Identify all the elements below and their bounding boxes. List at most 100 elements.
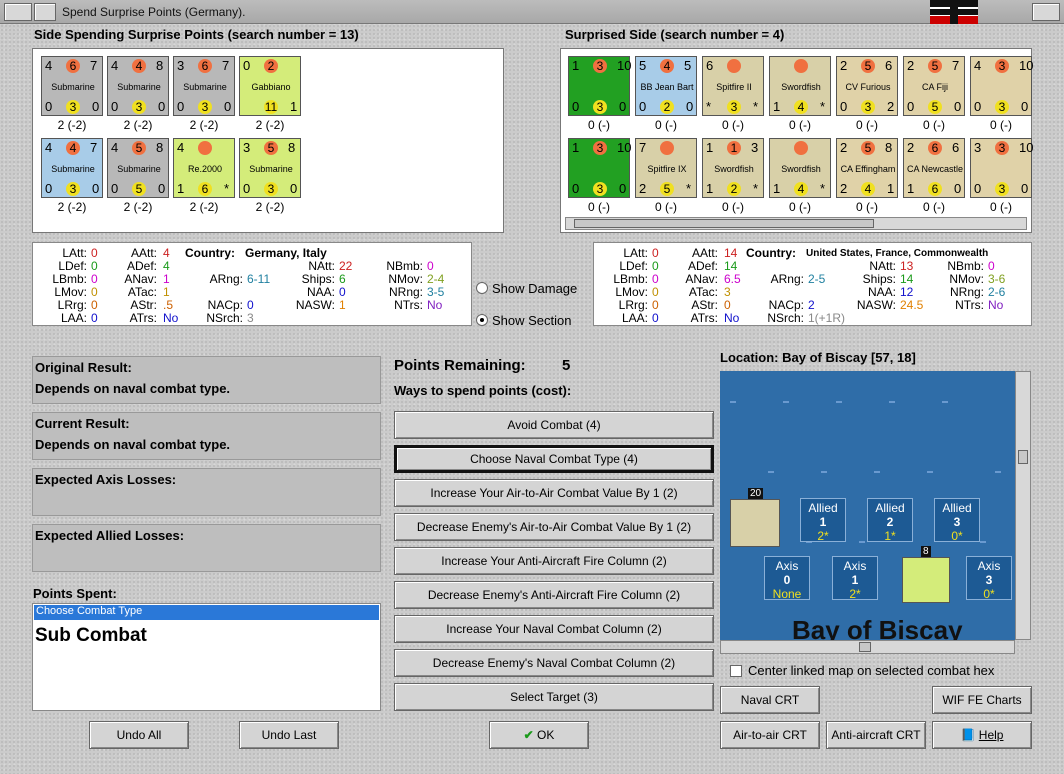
points-spent-selected-item[interactable]: Choose Combat Type: [34, 605, 379, 620]
undo-all-button[interactable]: Undo All: [89, 721, 189, 749]
counter-name: Swordfish: [714, 164, 754, 174]
counter-stat-e: 6: [928, 182, 942, 196]
left-side-header: Side Spending Surprise Points (search nu…: [34, 27, 359, 42]
spend-option-button[interactable]: Choose Naval Combat Type (4): [394, 445, 714, 473]
spend-option-button[interactable]: Decrease Enemy's Naval Combat Column (2): [394, 649, 714, 677]
counter-stat-a: 3: [243, 140, 251, 155]
unit-counter[interactable]: 7 Spitfire IX 2 5 *: [635, 138, 697, 198]
spend-option-button[interactable]: Increase Your Naval Combat Column (2): [394, 615, 714, 643]
counter-stat-b: [727, 59, 741, 73]
spend-option-button[interactable]: Avoid Combat (4): [394, 411, 714, 439]
unit-counter[interactable]: Swordfish 1 4 *: [769, 138, 831, 198]
counter-stat-a: 4: [177, 140, 185, 155]
unit-counter[interactable]: 2 5 6 CV Furious 0 3 2: [836, 56, 898, 116]
stat-label: AStr:: [691, 298, 718, 312]
close-button[interactable]: [1032, 3, 1060, 21]
spend-option-button[interactable]: Decrease Enemy's Anti-Aircraft Fire Colu…: [394, 581, 714, 609]
unit-counter[interactable]: 4 Re.2000 1 6 *: [173, 138, 235, 198]
stat-label: NMov:: [388, 272, 423, 286]
show-damage-radio[interactable]: [476, 282, 488, 294]
axis-column-box[interactable]: Axis 0 None: [764, 556, 810, 601]
unit-counter[interactable]: 1 3 10 0 3 0: [568, 138, 631, 198]
counter-stat-b: 3: [593, 59, 607, 73]
counter-stat-e: 3: [995, 100, 1009, 114]
undo-last-button[interactable]: Undo Last: [239, 721, 339, 749]
country-value: Germany, Italy: [245, 246, 327, 260]
axis-box-title: Axis: [775, 559, 799, 573]
spend-option-button[interactable]: Increase Your Air-to-Air Combat Value By…: [394, 479, 714, 507]
spend-option-button[interactable]: Select Target (3): [394, 683, 714, 711]
unit-counter[interactable]: 4 5 8 Submarine 0 5 0: [107, 138, 169, 198]
unit-counter[interactable]: 4 6 7 Submarine 0 3 0: [41, 56, 103, 116]
wave-mark-icon: [783, 401, 789, 403]
system-menu-button[interactable]: [4, 3, 32, 21]
unit-counter[interactable]: 2 6 6 CA Newcastle 1 6 0: [903, 138, 965, 198]
surprised-panel-scrollbar[interactable]: [565, 217, 1027, 230]
map-horizontal-scrollbar[interactable]: [720, 640, 1015, 654]
stat-label: LRrg:: [618, 298, 648, 312]
aa-crt-button[interactable]: Anti-aircraft CRT: [826, 721, 926, 749]
counter-stat-f: 0: [158, 181, 166, 196]
allied-column-box[interactable]: Allied 2 1*: [867, 498, 913, 543]
gabbiano-unit-counter[interactable]: [902, 557, 950, 603]
spend-option-label: Decrease Enemy's Naval Combat Column (2): [432, 656, 676, 670]
air-crt-label: Air-to-air CRT: [733, 728, 807, 742]
combat-map[interactable]: Allied 1 2* Allied 2 1* Allied 3 0* Axis 0 None Axis…: [720, 371, 1015, 640]
counter-stat-d: 0: [243, 181, 251, 196]
allied-column-box[interactable]: Allied 1 2*: [800, 498, 846, 543]
counter-stat-b: [794, 141, 808, 155]
counter-caption: 2 (-2): [189, 200, 219, 214]
counter-name: Gabbiano: [251, 82, 291, 92]
counter-name: Submarine: [117, 164, 161, 174]
spend-option-button[interactable]: Decrease Enemy's Air-to-Air Combat Value…: [394, 513, 714, 541]
stat-label: ANav:: [685, 272, 718, 286]
ok-button[interactable]: ✔ OK: [489, 721, 589, 749]
stat-value: 0: [91, 298, 98, 312]
points-spent-list[interactable]: Choose Combat Type Sub Combat: [32, 603, 381, 711]
stat-label: ATac:: [688, 285, 718, 299]
wave-mark-icon: [874, 471, 880, 473]
counter-stat-e: 5: [928, 100, 942, 114]
spend-option-label: Increase Your Naval Combat Column (2): [446, 622, 662, 636]
allied-column-box[interactable]: Allied 3 0*: [934, 498, 980, 543]
counter-stat-e: 5: [660, 182, 674, 196]
wif-charts-button[interactable]: WIF FE Charts: [932, 686, 1032, 714]
scrollbar-thumb[interactable]: [574, 219, 874, 228]
spend-option-button[interactable]: Increase Your Anti-Aircraft Fire Column …: [394, 547, 714, 575]
air-crt-button[interactable]: Air-to-air CRT: [720, 721, 820, 749]
unit-counter[interactable]: 3 5 8 Submarine 0 3 0: [239, 138, 301, 198]
show-section-radio[interactable]: [476, 314, 488, 326]
spend-option-label: Decrease Enemy's Anti-Aircraft Fire Colu…: [427, 588, 681, 602]
spitfire-unit-counter[interactable]: [730, 499, 780, 547]
axis-column-box[interactable]: Axis 3 0*: [966, 556, 1012, 601]
unit-counter[interactable]: 4 4 8 Submarine 0 3 0: [107, 56, 169, 116]
map-vertical-scrollbar[interactable]: [1015, 371, 1031, 640]
counter-stat-a: 2: [840, 140, 848, 155]
center-map-checkbox[interactable]: [730, 665, 742, 677]
minimize-button[interactable]: [34, 3, 56, 21]
show-damage-label: Show Damage: [492, 281, 578, 296]
stat-value: 13: [900, 259, 914, 273]
unit-counter[interactable]: Swordfish 1 4 *: [769, 56, 831, 116]
current-result-box: Current Result: Depends on naval combat …: [32, 412, 381, 460]
wif-charts-label: WIF FE Charts: [942, 693, 1022, 707]
unit-counter[interactable]: 3 6 7 Submarine 0 3 0: [173, 56, 235, 116]
unit-counter[interactable]: 6 Spitfire II * 3 *: [702, 56, 764, 116]
allied-box-value: 0*: [951, 529, 963, 543]
stat-label: NBmb:: [386, 259, 423, 273]
unit-counter[interactable]: 2 5 7 CA Fiji 0 5 0: [903, 56, 965, 116]
naval-crt-button[interactable]: Naval CRT: [720, 686, 820, 714]
unit-counter[interactable]: 1 1 3 Swordfish 1 2 *: [702, 138, 764, 198]
unit-counter[interactable]: 0 2 Gabbiano 11 1: [239, 56, 301, 116]
axis-box-value: 0*: [983, 587, 995, 601]
unit-counter[interactable]: 1 3 10 0 3 0: [568, 56, 631, 116]
unit-counter[interactable]: 4 3 10 0 3 0: [970, 56, 1033, 116]
axis-column-box[interactable]: Axis 1 2*: [832, 556, 878, 601]
wave-mark-icon: [821, 471, 827, 473]
unit-counter[interactable]: 2 5 8 CA Effingham 2 4 1: [836, 138, 898, 198]
unit-counter[interactable]: 4 4 7 Submarine 0 3 0: [41, 138, 103, 198]
help-button[interactable]: 📘 Help: [932, 721, 1032, 749]
stat-value: No: [427, 298, 443, 312]
unit-counter[interactable]: 3 3 10 0 3 0: [970, 138, 1033, 198]
unit-counter[interactable]: 5 4 5 BB Jean Bart 0 2 0: [635, 56, 697, 116]
